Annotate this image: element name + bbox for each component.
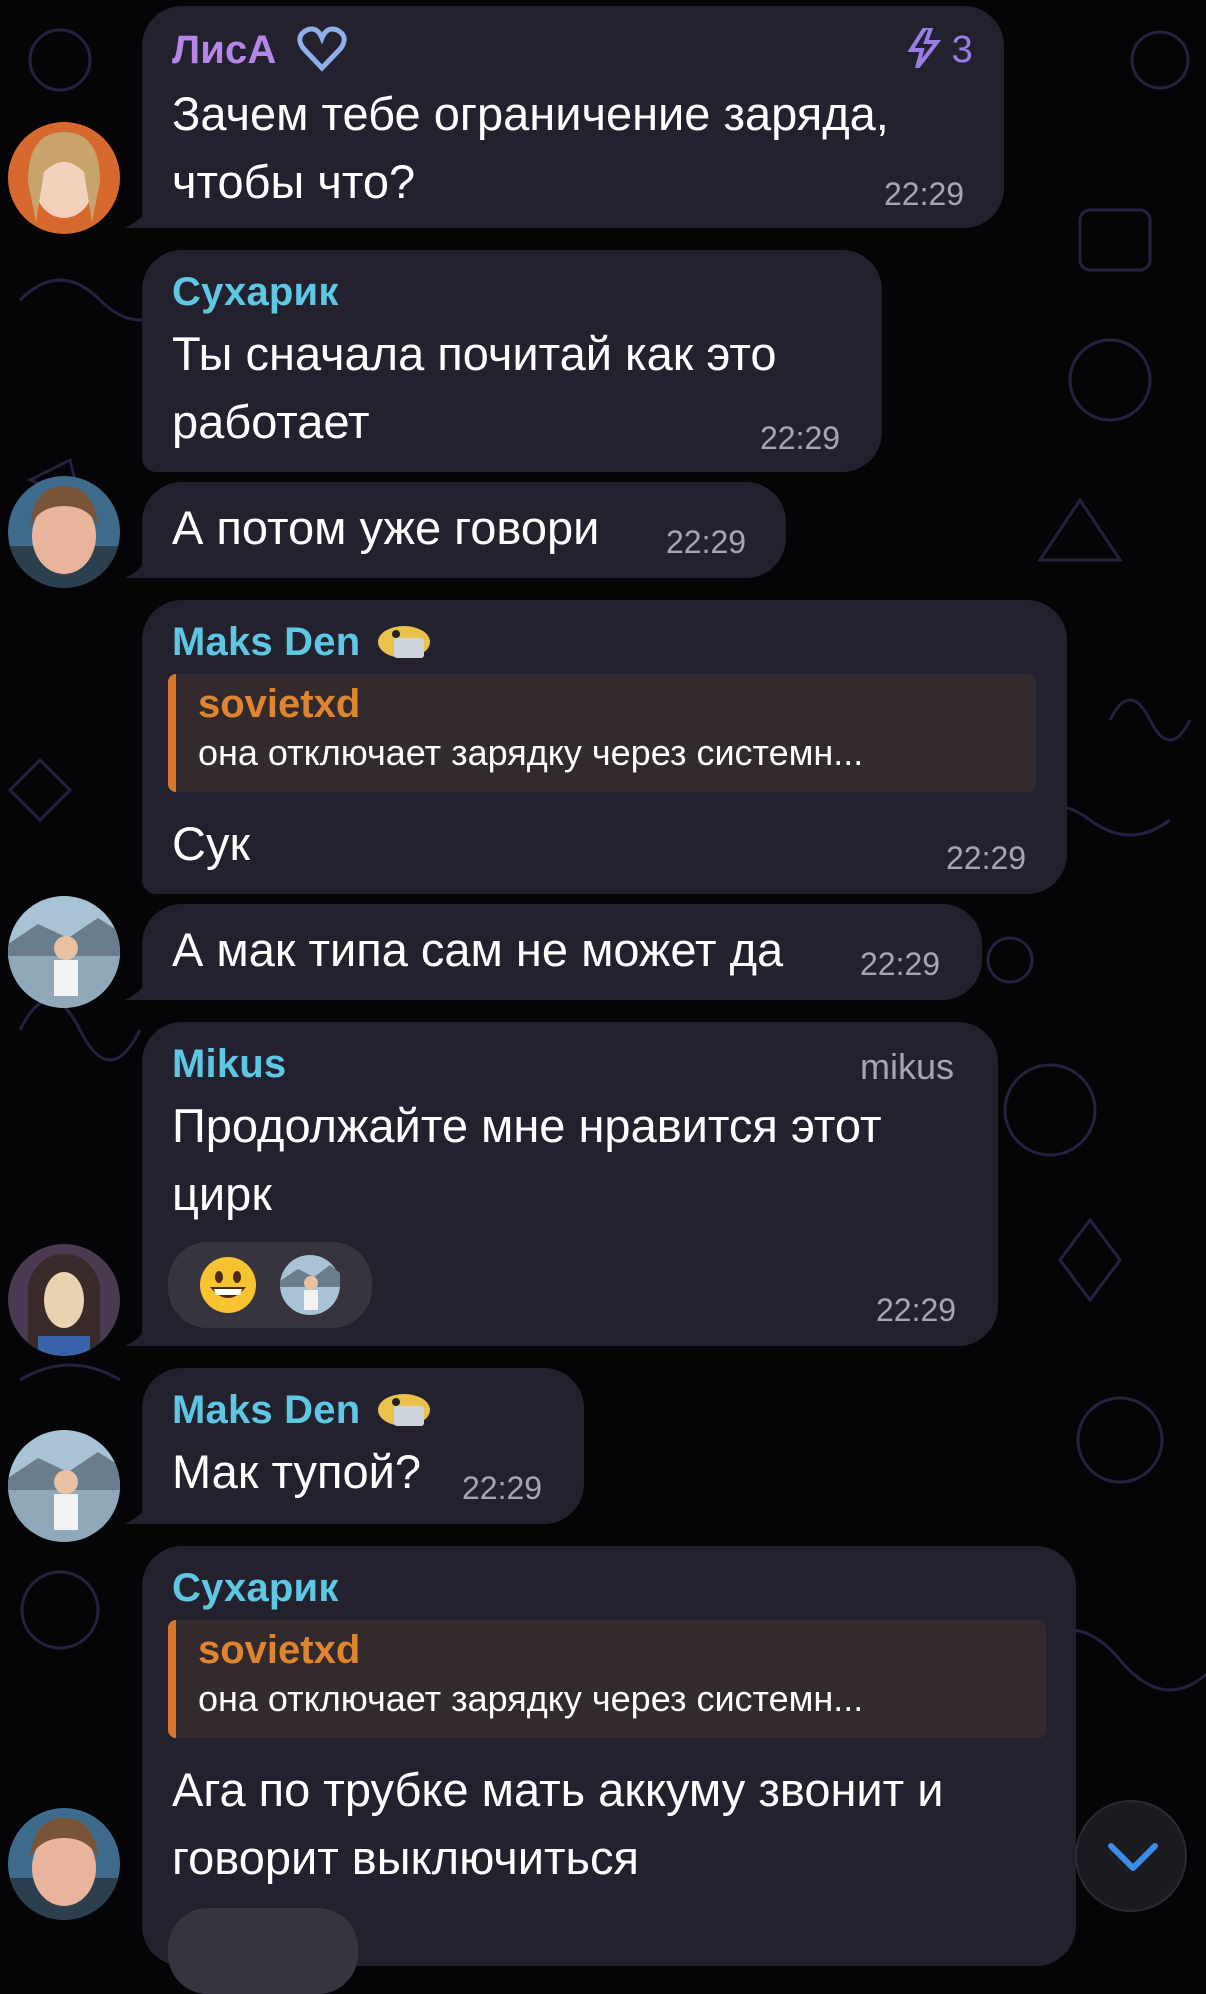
sender-title: mikus <box>860 1046 955 1087</box>
message-time: 22:29 <box>876 1292 957 1328</box>
reactor-avatar <box>280 1255 340 1315</box>
message-text-line: работает <box>172 395 370 448</box>
message-text-line: Сук <box>172 817 251 870</box>
message-text-line: Ага по трубке мать аккуму звонит и <box>172 1763 944 1816</box>
message-time: 22:29 <box>860 946 941 982</box>
message-bubble[interactable]: ЛисА 3 Зачем тебе ограничение заряда, чт… <box>124 6 1004 228</box>
avatar-mikus[interactable] <box>8 1244 120 1356</box>
sender-name[interactable]: Maks Den <box>172 1388 360 1433</box>
avatar-sukharik[interactable] <box>8 476 120 588</box>
message-bubble[interactable]: А мак типа сам не может да 22:29 <box>124 904 982 1000</box>
message-list[interactable]: ЛисА 3 Зачем тебе ограничение заряда, чт… <box>0 0 1206 1994</box>
message-bubble[interactable]: Mikus mikus Продолжайте мне нравится это… <box>124 1022 998 1346</box>
message-text-line: говорит выключиться <box>172 1831 639 1884</box>
message-time: 22:29 <box>760 420 841 456</box>
message-bubble[interactable]: Сухарик sovietxd она отключает зарядку ч… <box>142 1546 1076 1994</box>
reactions-pill[interactable] <box>168 1242 372 1328</box>
message-text-line: А мак типа сам не может да <box>172 923 784 976</box>
sender-name[interactable]: Сухарик <box>172 270 339 315</box>
message-text-line: Мак тупой? <box>172 1445 421 1498</box>
reply-quote[interactable]: sovietxd она отключает зарядку через сис… <box>168 1620 1046 1738</box>
reply-sender: sovietxd <box>198 1628 361 1672</box>
message-text-line: Зачем тебе ограничение заряда, <box>172 87 889 140</box>
animated-sticker-icon <box>374 1382 436 1434</box>
message-text-line: чтобы что? <box>172 155 416 208</box>
animated-sticker-icon <box>374 614 436 666</box>
message-text-line: Продолжайте мне нравится этот <box>172 1099 882 1152</box>
sender-name[interactable]: ЛисА <box>172 28 277 73</box>
message-time: 22:29 <box>666 524 747 560</box>
message-bubble[interactable]: Maks Den Мак тупой? 22:29 <box>124 1368 584 1524</box>
avatar-maks-den[interactable] <box>8 896 120 1008</box>
message-bubble[interactable]: Maks Den sovietxd она отключает зарядку … <box>142 600 1067 894</box>
sender-name[interactable]: Maks Den <box>172 620 360 665</box>
sender-name[interactable]: Mikus <box>172 1042 286 1087</box>
boost-lightning-icon <box>907 26 952 71</box>
reply-text: она отключает зарядку через системн... <box>198 732 864 773</box>
reactions-pill[interactable] <box>168 1908 358 1994</box>
scroll-to-bottom-button[interactable] <box>1075 1800 1187 1912</box>
message-time: 22:29 <box>884 176 965 212</box>
avatar-maks-den[interactable] <box>8 1430 120 1542</box>
reply-quote[interactable]: sovietxd она отключает зарядку через сис… <box>168 674 1036 792</box>
avatar-lisa[interactable] <box>8 122 120 234</box>
grinning-face-emoji <box>198 1255 258 1315</box>
message-time: 22:29 <box>462 1470 543 1506</box>
message-time: 22:29 <box>946 840 1027 876</box>
message-bubble[interactable]: Сухарик Ты сначала почитай как это работ… <box>142 250 882 472</box>
message-text-line: цирк <box>172 1167 272 1220</box>
reply-sender: sovietxd <box>198 682 361 726</box>
avatar-sukharik[interactable] <box>8 1808 120 1920</box>
sender-name[interactable]: Сухарик <box>172 1566 339 1611</box>
chevron-down-icon <box>1107 1838 1159 1878</box>
message-bubble[interactable]: А потом уже говори 22:29 <box>124 482 786 578</box>
message-text-line: Ты сначала почитай как это <box>172 327 777 380</box>
message-text-line: А потом уже говори <box>172 501 600 554</box>
boost-badge[interactable]: 3 <box>907 26 973 72</box>
reply-text: она отключает зарядку через системн... <box>198 1678 864 1719</box>
heart-outline-icon <box>297 24 347 74</box>
boost-count: 3 <box>951 29 973 71</box>
